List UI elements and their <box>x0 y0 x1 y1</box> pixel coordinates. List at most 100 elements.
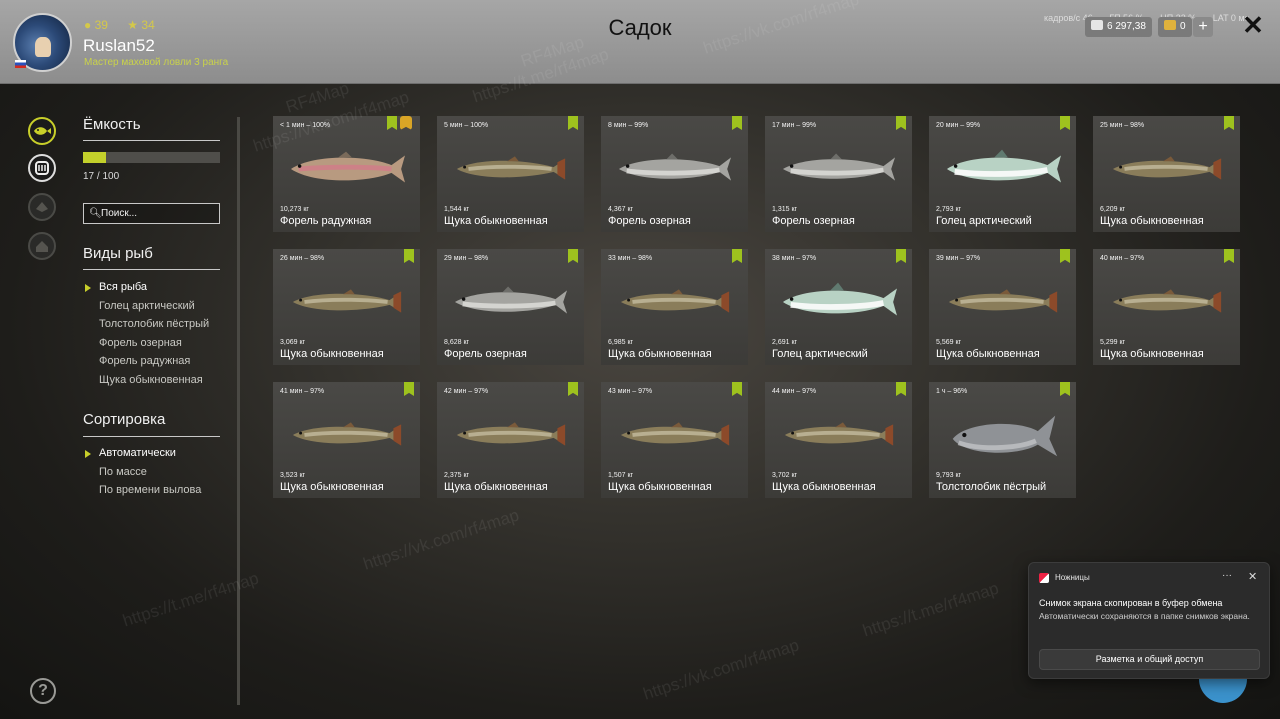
capacity-title: Ёмкость <box>83 116 141 133</box>
fish-mass: 3,069 кг <box>280 339 306 346</box>
fish-card[interactable]: < 1 мин – 100% 10,273 кг Форель радужная <box>273 116 420 232</box>
fish-card[interactable]: 42 мин – 97% 2,375 кг Щука обыкновенная <box>437 382 584 498</box>
boat-icon <box>36 202 48 212</box>
fish-mass: 8,628 кг <box>444 339 470 346</box>
notification-close-button[interactable]: ✕ <box>1248 570 1257 583</box>
quality-ribbon-icon <box>1224 116 1234 130</box>
watermark: https://t.me/rf4map <box>860 578 1002 641</box>
panel-divider <box>237 117 240 705</box>
silver-balance: 6 297,38 <box>1085 17 1152 37</box>
top-bar: ● 39 ★ 34 Ruslan52 Мастер маховой ловли … <box>0 0 1280 84</box>
quality-ribbon-icon <box>896 382 906 396</box>
fish-catch-stat: 17 мин – 99% <box>772 122 817 129</box>
fish-card[interactable]: 39 мин – 97% 5,569 кг Щука обыкновенная <box>929 249 1076 365</box>
sort-option[interactable]: Автоматически <box>84 447 201 466</box>
fish-card[interactable]: 17 мин – 99% 1,315 кг Форель озерная <box>765 116 912 232</box>
watermark: https://vk.com/rf4map <box>640 635 802 704</box>
fish-mass: 3,523 кг <box>280 472 306 479</box>
fish-card[interactable]: 26 мин – 98% 3,069 кг Щука обыкновенная <box>273 249 420 365</box>
quality-ribbon-icon <box>1224 249 1234 263</box>
boat-tab-button[interactable] <box>28 193 56 221</box>
watermark: https://t.me/rf4map <box>120 568 262 631</box>
fish-name: Щука обыкновенная <box>608 481 712 493</box>
sort-title: Сортировка <box>83 411 166 428</box>
species-filter-item[interactable]: Щука обыкновенная <box>99 374 209 393</box>
fish-image <box>952 415 1058 457</box>
snipping-notification: Ножницы ··· ✕ Снимок экрана скопирован в… <box>1028 562 1270 679</box>
fish-catch-stat: 39 мин – 97% <box>936 255 981 262</box>
help-button[interactable]: ? <box>30 678 56 704</box>
fish-card[interactable]: 33 мин – 98% 6,985 кг Щука обыкновенная <box>601 249 748 365</box>
fish-catch-stat: 26 мин – 98% <box>280 255 325 262</box>
fish-image <box>454 286 568 314</box>
fish-image <box>292 422 402 446</box>
fish-mass: 5,299 кг <box>1100 339 1126 346</box>
flag-icon <box>15 60 26 68</box>
fish-name: Толстолобик пёстрый <box>936 481 1047 493</box>
fish-card[interactable]: 41 мин – 97% 3,523 кг Щука обыкновенная <box>273 382 420 498</box>
keepnet-tab-button[interactable] <box>28 154 56 182</box>
fish-name: Щука обыкновенная <box>444 481 548 493</box>
markup-share-button[interactable]: Разметка и общий доступ <box>1039 649 1260 670</box>
fish-card[interactable]: 29 мин – 98% 8,628 кг Форель озерная <box>437 249 584 365</box>
fish-catch-stat: 40 мин – 97% <box>1100 255 1145 262</box>
fish-name: Щука обыкновенная <box>444 215 548 227</box>
species-filter-item[interactable]: Вся рыба <box>84 281 209 300</box>
fish-card[interactable]: 25 мин – 98% 6,209 кг Щука обыкновенная <box>1093 116 1240 232</box>
fish-catch-stat: 42 мин – 97% <box>444 388 489 395</box>
fish-name: Щука обыкновенная <box>280 348 384 360</box>
species-filter-item[interactable]: Голец арктический <box>99 300 209 319</box>
fish-card[interactable]: 40 мин – 97% 5,299 кг Щука обыкновенная <box>1093 249 1240 365</box>
sort-option[interactable]: По массе <box>99 466 201 485</box>
search-input[interactable] <box>101 206 215 221</box>
add-currency-button[interactable]: + <box>1193 17 1213 37</box>
fish-name: Форель озерная <box>608 215 691 227</box>
home-tab-button[interactable] <box>28 232 56 260</box>
player-rank: Мастер маховой ловли 3 ранга <box>84 57 229 68</box>
species-filter-item[interactable]: Форель радужная <box>99 355 209 374</box>
fish-image <box>946 149 1061 183</box>
capacity-fill <box>83 152 107 163</box>
fish-catch-stat: 5 мин – 100% <box>444 122 489 129</box>
fish-mass: 2,691 кг <box>772 339 798 346</box>
sort-option[interactable]: По времени вылова <box>99 484 201 503</box>
watermark: https://vk.com/rf4map <box>360 505 522 574</box>
species-filter-item[interactable]: Форель озерная <box>99 337 209 356</box>
fish-catch-stat: 44 мин – 97% <box>772 388 817 395</box>
fish-card[interactable]: 1 ч – 96% 9,793 кг Толстолобик пёстрый <box>929 382 1076 498</box>
notification-app-name: Ножницы <box>1055 573 1090 582</box>
notification-body: Автоматически сохраняются в папке снимко… <box>1039 611 1250 621</box>
home-icon <box>36 241 48 252</box>
fish-card[interactable]: 43 мин – 97% 1,507 кг Щука обыкновенная <box>601 382 748 498</box>
fish-tab-button[interactable] <box>28 117 56 145</box>
fish-card[interactable]: 8 мин – 99% 4,367 кг Форель озерная <box>601 116 748 232</box>
fish-mass: 3,702 кг <box>772 472 798 479</box>
capacity-text: 17 / 100 <box>83 171 120 182</box>
search-box[interactable]: 🔍︎ <box>83 203 220 224</box>
divider <box>83 269 220 270</box>
fish-name: Голец арктический <box>772 348 868 360</box>
fish-mass: 2,375 кг <box>444 472 470 479</box>
quality-ribbon-icon <box>896 249 906 263</box>
fish-catch-stat: 1 ч – 96% <box>936 388 968 395</box>
fish-card[interactable]: 20 мин – 99% 2,793 кг Голец арктический <box>929 116 1076 232</box>
fish-mass: 6,985 кг <box>608 339 634 346</box>
fish-card[interactable]: 5 мин – 100% 1,544 кг Щука обыкновенная <box>437 116 584 232</box>
fish-mass: 5,569 кг <box>936 339 962 346</box>
fish-name: Форель радужная <box>280 215 372 227</box>
fish-catch-stat: 33 мин – 98% <box>608 255 653 262</box>
fish-image <box>1112 156 1222 180</box>
fish-image <box>1112 289 1222 313</box>
fish-card[interactable]: 38 мин – 97% 2,691 кг Голец арктический <box>765 249 912 365</box>
species-filter-item[interactable]: Толстолобик пёстрый <box>99 318 209 337</box>
quality-ribbon-icon <box>568 249 578 263</box>
fish-card[interactable]: 44 мин – 97% 3,702 кг Щука обыкновенная <box>765 382 912 498</box>
close-button[interactable]: ✕ <box>1240 12 1266 38</box>
fish-mass: 1,507 кг <box>608 472 634 479</box>
sort-options-list: Автоматически По массе По времени вылова <box>84 447 201 503</box>
notification-more-button[interactable]: ··· <box>1222 570 1232 581</box>
fish-catch-stat: 41 мин – 97% <box>280 388 325 395</box>
silver-icon <box>1091 20 1103 30</box>
divider <box>83 140 220 141</box>
quality-ribbon-icon <box>1060 116 1070 130</box>
